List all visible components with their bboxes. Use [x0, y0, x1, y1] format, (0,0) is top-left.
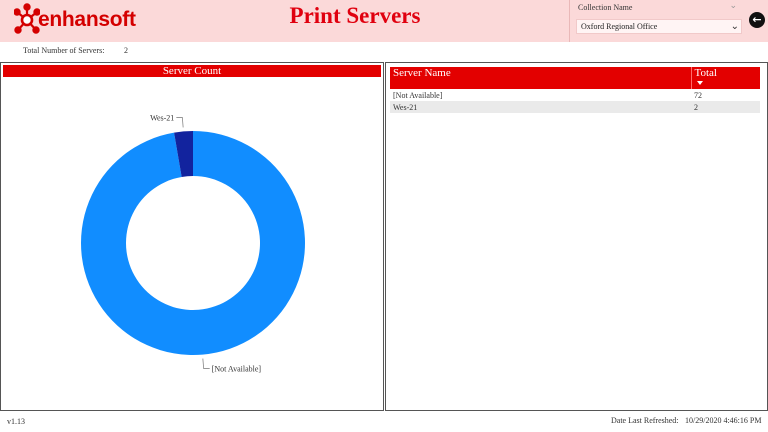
cell-server-name: [Not Available]: [393, 90, 443, 100]
collection-dropdown[interactable]: Oxford Regional Office: [576, 19, 742, 34]
cell-total: 2: [691, 101, 760, 113]
leader-line: [176, 117, 184, 128]
collection-slicer: Collection Name ⌄ Oxford Regional Office…: [569, 0, 745, 42]
server-table-panel: Server Name Total [Not Available] 72 Wes…: [385, 62, 768, 411]
total-servers-label: Total Number of Servers:: [23, 46, 105, 55]
column-header-total[interactable]: Total: [690, 67, 760, 89]
donut-chart: [Not Available] Wes-21: [81, 113, 306, 374]
date-refreshed-label: Date Last Refreshed:: [611, 416, 679, 425]
data-label: Wes-21: [150, 113, 174, 122]
date-refreshed-value: 10/29/2020 4:46:16 PM: [685, 416, 762, 425]
cell-server-name: Wes-21: [390, 101, 691, 113]
table-row[interactable]: Wes-21 2: [390, 101, 760, 113]
chevron-down-icon[interactable]: ⌄: [731, 21, 739, 32]
data-label: [Not Available]: [212, 365, 262, 374]
server-table: Server Name Total [Not Available] 72 Wes…: [390, 67, 760, 113]
total-servers-value: 2: [124, 46, 128, 55]
table-row[interactable]: [Not Available] 72: [390, 89, 760, 101]
slicer-label: Collection Name: [578, 3, 633, 12]
table-header-row: Server Name Total: [390, 67, 760, 89]
column-header-server-name[interactable]: Server Name: [390, 67, 691, 89]
arrow-left-icon: ←: [752, 13, 762, 26]
cell-total: 72: [694, 90, 702, 100]
back-button[interactable]: ←: [749, 12, 765, 28]
version-label: v1.13: [7, 417, 25, 426]
sort-descending-icon: [696, 81, 703, 85]
server-count-chart-panel: Server Count [Not Available] Wes-21: [0, 62, 384, 411]
column-header-total-label: Total: [694, 67, 717, 79]
chevron-down-icon[interactable]: ⌄: [729, 1, 737, 11]
leader-line: [202, 358, 210, 369]
